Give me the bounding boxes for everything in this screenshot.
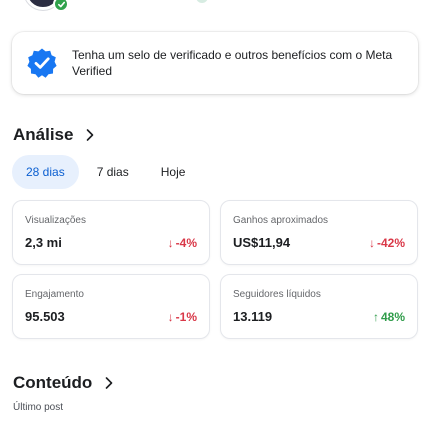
- metric-delta: ↓ -1%: [168, 310, 197, 324]
- metric-name: Engajamento: [25, 289, 84, 300]
- chevron-right-icon: [87, 129, 94, 141]
- metric-delta: ↓ -42%: [369, 236, 405, 250]
- metric-card-views[interactable]: Visualizações 2,3 mi ↓ -4%: [12, 200, 210, 265]
- meta-verified-banner[interactable]: Tenha um selo de verificado e outros ben…: [12, 32, 418, 94]
- metric-value: US$11,94: [233, 235, 291, 250]
- period-tabs: 28 dias 7 dias Hoje: [12, 155, 203, 189]
- banner-text: Tenha um selo de verificado e outros ben…: [72, 48, 393, 78]
- metric-delta: ↓ -4%: [168, 236, 197, 250]
- tab-7-days[interactable]: 7 dias: [83, 155, 143, 189]
- content-title: Conteúdo: [13, 373, 93, 392]
- metric-name: Ganhos aproximados: [233, 215, 329, 226]
- chevron-right-icon: [106, 377, 113, 389]
- metric-card-earnings[interactable]: Ganhos aproximados US$11,94 ↓ -42%: [220, 200, 418, 265]
- arrow-down-icon: ↓: [167, 235, 174, 250]
- insights-screen: Tenha um selo de verificado e outros ben…: [0, 0, 430, 430]
- metric-delta-value: 48%: [380, 309, 405, 324]
- tab-28-days[interactable]: 28 dias: [12, 155, 79, 189]
- metric-card-net-followers[interactable]: Seguidores líquidos 13.119 ↑ 48%: [220, 274, 418, 339]
- arrow-down-icon: ↓: [167, 309, 174, 324]
- metric-value: 13.119: [233, 309, 273, 324]
- arrow-down-icon: ↓: [368, 235, 375, 250]
- metric-delta: ↑ 48%: [373, 310, 405, 324]
- metric-delta-value: -4%: [175, 235, 197, 250]
- analysis-header[interactable]: Análise: [13, 125, 95, 145]
- metric-name: Visualizações: [25, 215, 86, 226]
- analysis-title: Análise: [13, 125, 74, 144]
- verified-badge-icon: [27, 48, 57, 78]
- content-subtitle: Último post: [13, 402, 64, 413]
- status-dot-icon: [196, 0, 208, 3]
- metric-value: 95.503: [25, 309, 65, 324]
- check-badge-icon: [53, 0, 69, 12]
- arrow-up-icon: ↑: [372, 309, 379, 324]
- metric-delta-value: -1%: [175, 309, 197, 324]
- tab-today[interactable]: Hoje: [147, 155, 200, 189]
- metric-card-engagement[interactable]: Engajamento 95.503 ↓ -1%: [12, 274, 210, 339]
- metric-delta-value: -42%: [376, 235, 405, 250]
- metric-name: Seguidores líquidos: [233, 289, 321, 300]
- metric-value: 2,3 mi: [25, 235, 62, 250]
- content-header[interactable]: Conteúdo: [13, 373, 114, 393]
